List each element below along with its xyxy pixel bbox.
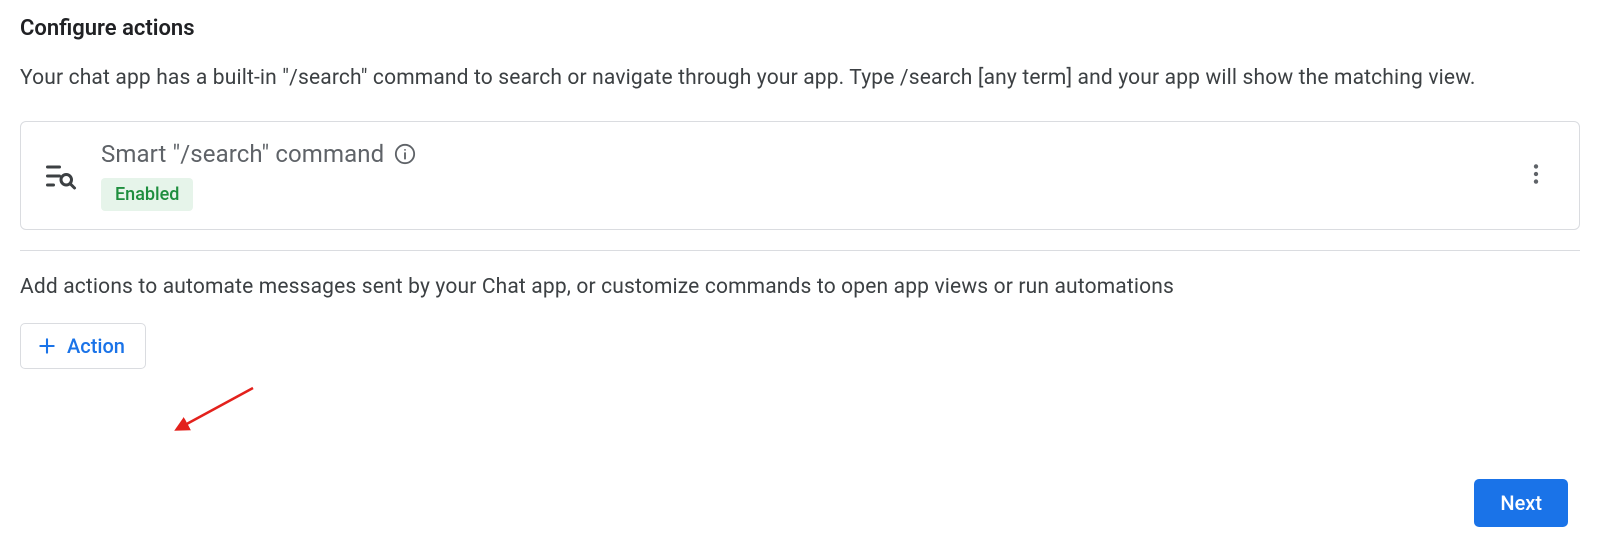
- card-title: Smart "/search" command: [101, 140, 384, 168]
- smart-search-card: Smart "/search" command Enabled: [20, 121, 1580, 230]
- page-title: Configure actions: [20, 16, 1580, 41]
- info-icon[interactable]: [394, 143, 416, 165]
- card-title-row: Smart "/search" command: [101, 140, 1493, 168]
- card-content: Smart "/search" command Enabled: [101, 140, 1493, 211]
- section-description: Your chat app has a built-in "/search" c…: [20, 63, 1580, 93]
- more-vertical-icon: [1523, 161, 1549, 190]
- list-search-icon: [43, 158, 79, 194]
- next-button[interactable]: Next: [1474, 479, 1568, 527]
- annotation-arrow-icon: [168, 376, 268, 446]
- plus-icon: [37, 336, 57, 356]
- section-divider: [20, 250, 1580, 251]
- add-action-label: Action: [67, 334, 125, 358]
- add-action-button[interactable]: Action: [20, 323, 146, 369]
- status-badge: Enabled: [101, 178, 193, 211]
- more-options-button[interactable]: [1515, 153, 1557, 198]
- add-actions-description: Add actions to automate messages sent by…: [20, 275, 1580, 299]
